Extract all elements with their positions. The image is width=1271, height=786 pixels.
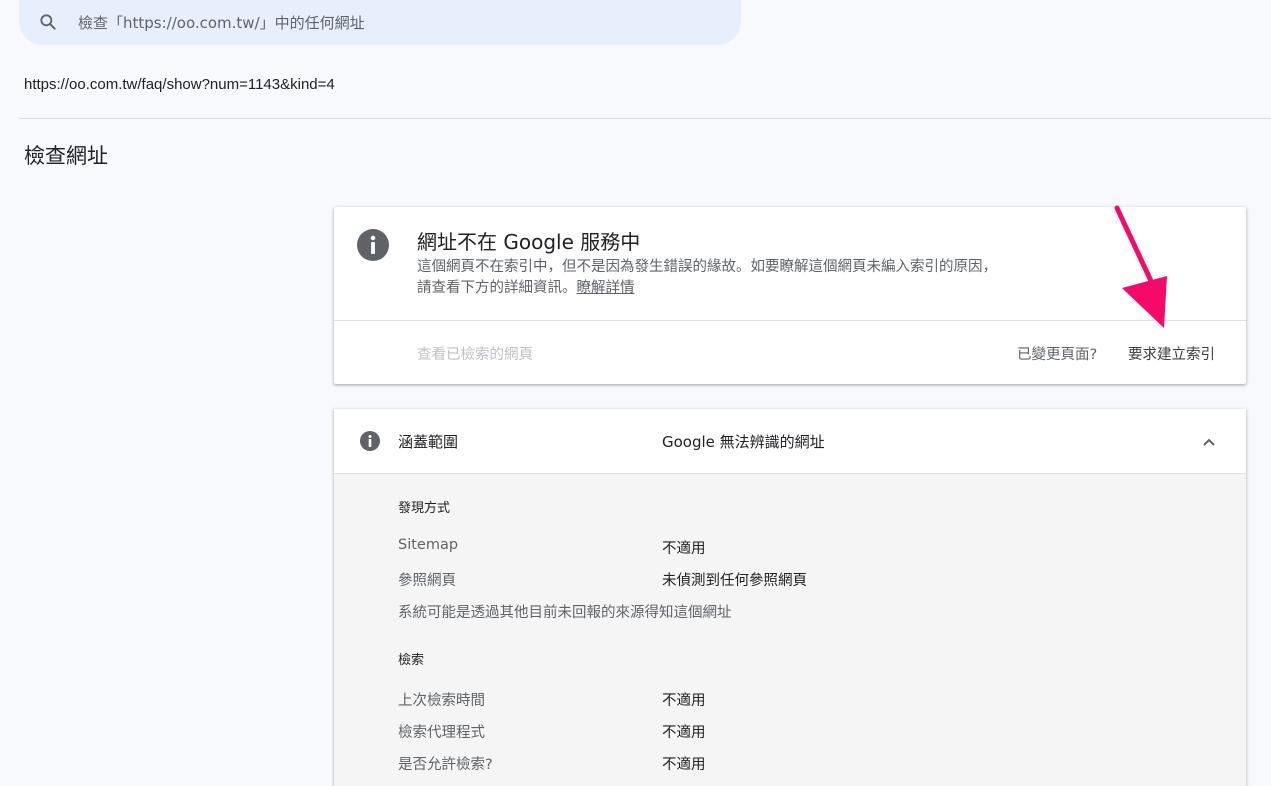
crawler-label: 檢索代理程式 [398,725,485,741]
search-input[interactable] [78,11,678,35]
search-icon[interactable] [38,12,58,32]
last-crawl-label: 上次檢索時間 [398,693,485,709]
coverage-card: 涵蓋範圍 Google 無法辨識的網址 發現方式 Sitemap 不適用 參照網… [334,409,1246,786]
discovery-heading: 發現方式 [398,501,451,516]
view-crawled-page-button[interactable]: 查看已檢索的網頁 [417,343,533,364]
info-icon [357,229,389,261]
request-indexing-button[interactable]: 要求建立索引 [1128,343,1215,364]
inspected-url: https://oo.com.tw/faq/show?num=1143&kind… [24,76,335,93]
crawl-allowed-value: 不適用 [662,757,706,773]
divider [19,118,1271,119]
coverage-value: Google 無法辨識的網址 [662,433,825,451]
sitemap-label: Sitemap [398,537,459,553]
status-description: 這個網頁不在索引中，但不是因為發生錯誤的緣故。如要瞭解這個網頁未編入索引的原因，… [417,257,1007,299]
status-title: 網址不在 Google 服務中 [417,230,641,254]
discovery-note: 系統可能是透過其他目前未回報的來源得知這個網址 [398,605,732,621]
page-title: 檢查網址 [24,144,108,168]
coverage-label: 涵蓋範圍 [398,433,459,451]
annotation-arrow-icon [1114,205,1167,328]
info-icon [360,431,380,451]
sitemap-value: 不適用 [662,541,706,557]
last-crawl-value: 不適用 [662,693,706,709]
status-description-text: 這個網頁不在索引中，但不是因為發生錯誤的緣故。如要瞭解這個網頁未編入索引的原因，… [417,259,997,296]
crawl-heading: 檢索 [398,653,425,668]
url-inspection-page: https://oo.com.tw/faq/show?num=1143&kind… [0,0,1271,786]
chevron-up-icon[interactable] [1200,433,1218,451]
crawl-allowed-label: 是否允許檢索? [398,757,493,773]
coverage-header[interactable]: 涵蓋範圍 Google 無法辨識的網址 [334,409,1246,474]
page-changed-label: 已變更頁面? [1017,347,1098,363]
crawler-value: 不適用 [662,725,706,741]
referring-page-label: 參照網頁 [398,573,456,589]
learn-more-link[interactable]: 瞭解詳情 [577,280,635,296]
referring-page-value: 未偵測到任何參照網頁 [662,573,807,589]
